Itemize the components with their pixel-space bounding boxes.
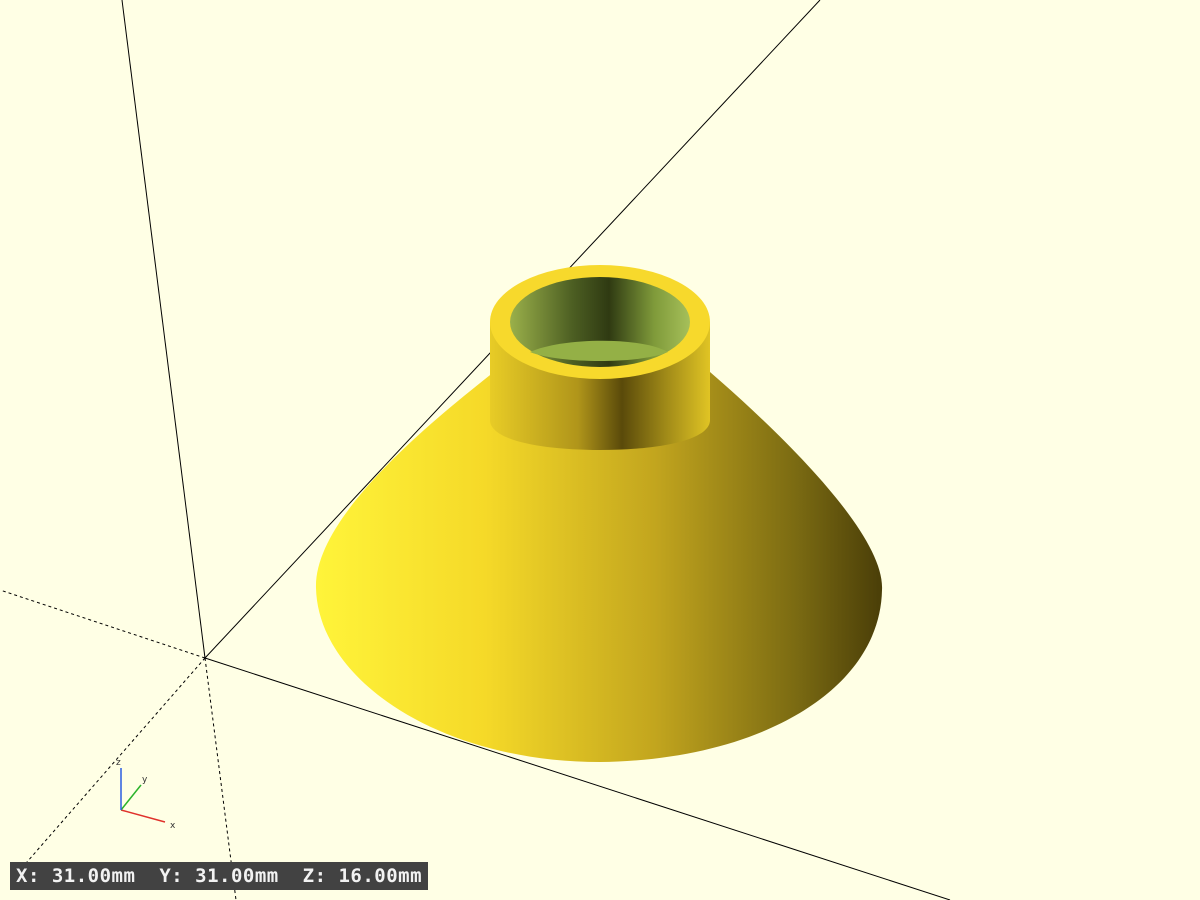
- gizmo-x-axis: [120, 809, 166, 823]
- y-dimension-value: 31.00mm: [195, 865, 279, 887]
- y-dimension-prefix: Y:: [159, 865, 184, 887]
- gizmo-x-label: x: [170, 821, 176, 831]
- x-axis-negative-line: [0, 589, 206, 659]
- x-dimension-value: 31.00mm: [51, 865, 136, 887]
- x-dimension-prefix: X:: [16, 865, 40, 887]
- gizmo-z-label: z: [116, 758, 121, 768]
- 3d-viewport[interactable]: x y z: [0, 0, 1200, 900]
- dimensions-readout: X: 31.00mm Y: 31.00mm Z: 16.00mm: [10, 862, 429, 890]
- axes-gizmo: x y z: [116, 758, 176, 831]
- y-axis-negative-line: [19, 657, 206, 871]
- funnel-model[interactable]: [315, 265, 883, 762]
- z-axis-line: [121, 0, 206, 659]
- gizmo-y-axis: [120, 784, 142, 811]
- z-dimension-prefix: Z:: [302, 865, 327, 887]
- z-dimension-value: 16.00mm: [338, 865, 423, 887]
- gizmo-y-label: y: [142, 775, 148, 785]
